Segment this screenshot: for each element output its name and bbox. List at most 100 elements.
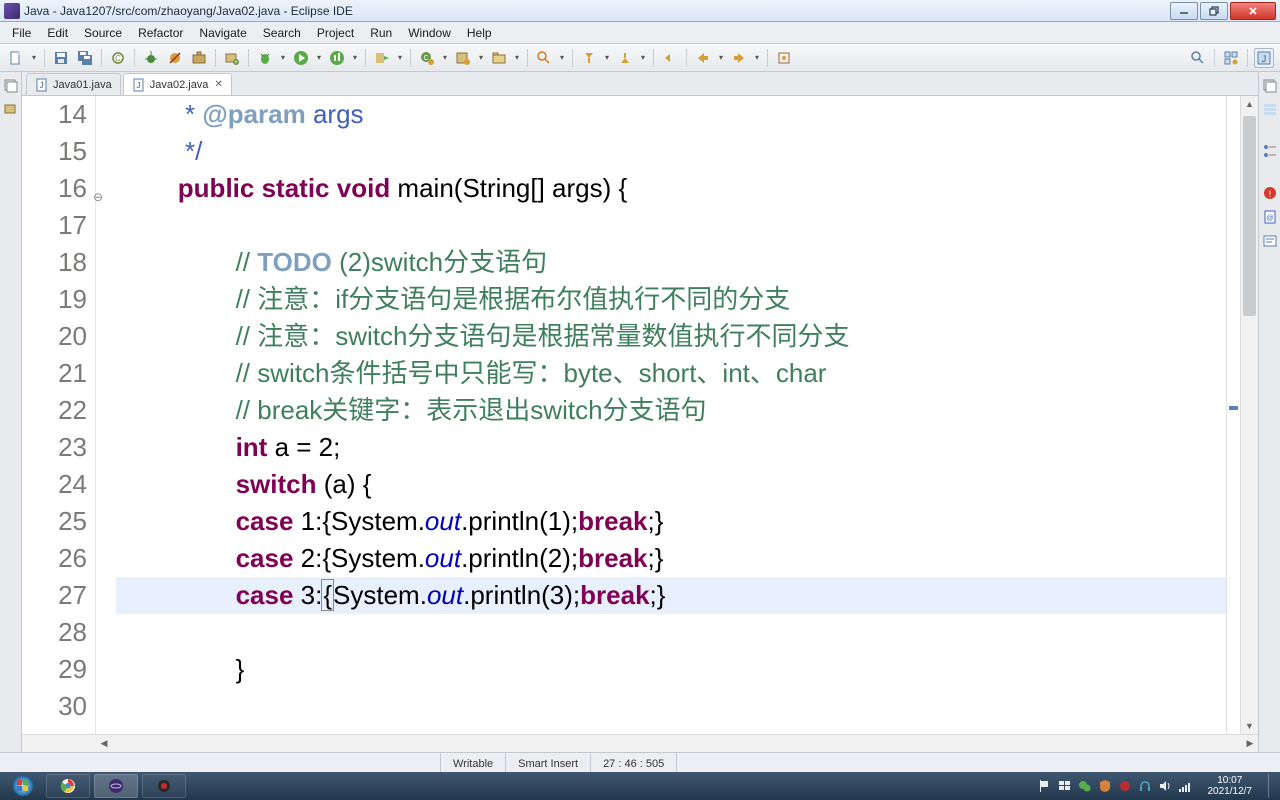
debug-dropdown[interactable]: ▾ [279, 53, 287, 62]
coverage-dropdown[interactable]: ▾ [351, 53, 359, 62]
scroll-down-button[interactable]: ▼ [1241, 718, 1258, 734]
taskbar-clock[interactable]: 10:07 2021/12/7 [1200, 775, 1261, 797]
menu-navigate[interactable]: Navigate [191, 24, 254, 42]
menu-search[interactable]: Search [255, 24, 309, 42]
new-project-button[interactable] [453, 48, 473, 68]
start-button[interactable] [4, 774, 42, 798]
tray-shield-icon[interactable] [1098, 779, 1112, 793]
tray-headset-icon[interactable] [1138, 779, 1152, 793]
forward-dropdown[interactable]: ▾ [753, 53, 761, 62]
forward-button[interactable] [729, 48, 749, 68]
eclipse-app-icon [4, 3, 20, 19]
clock-time: 10:07 [1208, 775, 1253, 786]
close-button[interactable] [1230, 2, 1276, 20]
pin-editor-button[interactable] [774, 48, 794, 68]
menu-run[interactable]: Run [362, 24, 400, 42]
menu-refactor[interactable]: Refactor [130, 24, 191, 42]
editor-tab-0[interactable]: JJava01.java [26, 73, 121, 95]
tab-close-icon[interactable]: ✕ [214, 79, 222, 90]
horizontal-scrollbar[interactable]: ◀ ▶ [22, 734, 1258, 752]
restore-right-view-button[interactable] [1261, 76, 1279, 94]
line-number-gutter: 1415161718192021222324252627282930 [22, 96, 96, 734]
tray-network-icon[interactable] [1178, 779, 1192, 793]
vertical-scrollbar[interactable]: ▲ ▼ [1240, 96, 1258, 734]
run-last-button[interactable] [372, 48, 392, 68]
scroll-thumb[interactable] [1243, 116, 1256, 316]
taskbar-recorder[interactable] [142, 774, 186, 798]
menu-window[interactable]: Window [400, 24, 459, 42]
run-button[interactable] [291, 48, 311, 68]
new-package-button[interactable]: + [222, 48, 242, 68]
skip-breakpoints-button[interactable] [165, 48, 185, 68]
restore-button[interactable] [1200, 2, 1228, 20]
svg-text:@: @ [1266, 215, 1273, 222]
restore-view-button[interactable] [2, 76, 20, 94]
titlebar: Java - Java1207/src/com/zhaoyang/Java02.… [0, 0, 1280, 22]
next-annotation-button[interactable] [579, 48, 599, 68]
tray-volume-icon[interactable] [1158, 779, 1172, 793]
tasks-view-icon[interactable] [1261, 100, 1279, 118]
taskbar-eclipse[interactable] [94, 774, 138, 798]
search-dropdown[interactable]: ▾ [558, 53, 566, 62]
overview-ruler[interactable] [1226, 96, 1240, 734]
prev-edit-button[interactable] [660, 48, 680, 68]
new-folder-button[interactable] [489, 48, 509, 68]
scroll-up-button[interactable]: ▲ [1241, 96, 1258, 112]
prev-annotation-dropdown[interactable]: ▾ [639, 53, 647, 62]
scroll-right-button[interactable]: ▶ [1242, 735, 1258, 752]
show-desktop-button[interactable] [1268, 774, 1276, 798]
debug-toolbar-button[interactable] [141, 48, 161, 68]
back-dropdown[interactable]: ▾ [717, 53, 725, 62]
minimize-button[interactable] [1170, 2, 1198, 20]
taskbar-chrome[interactable] [46, 774, 90, 798]
back-button[interactable] [693, 48, 713, 68]
tray-wechat-icon[interactable] [1078, 779, 1092, 793]
menubar: File Edit Source Refactor Navigate Searc… [0, 22, 1280, 44]
tray-windows-icon[interactable] [1058, 779, 1072, 793]
code-editor[interactable]: 1415161718192021222324252627282930 * @pa… [22, 96, 1258, 734]
search-button[interactable] [534, 48, 554, 68]
save-all-button[interactable] [75, 48, 95, 68]
outline-view-icon[interactable] [1261, 142, 1279, 160]
menu-project[interactable]: Project [309, 24, 362, 42]
windows-taskbar: 10:07 2021/12/7 [0, 772, 1280, 800]
new-class-button[interactable]: C [417, 48, 437, 68]
svg-text:J: J [40, 81, 44, 90]
next-annotation-dropdown[interactable]: ▾ [603, 53, 611, 62]
quick-access-button[interactable] [1188, 48, 1208, 68]
run-last-dropdown[interactable]: ▾ [396, 53, 404, 62]
build-button[interactable] [189, 48, 209, 68]
javadoc-view-icon[interactable]: @ [1261, 208, 1279, 226]
window-title: Java - Java1207/src/com/zhaoyang/Java02.… [24, 4, 1170, 18]
package-explorer-icon[interactable] [2, 100, 20, 118]
open-type-button[interactable]: C [108, 48, 128, 68]
menu-file[interactable]: File [4, 24, 39, 42]
code-text-area[interactable]: * @param args */ public static void main… [116, 96, 1226, 734]
menu-source[interactable]: Source [76, 24, 130, 42]
menu-help[interactable]: Help [459, 24, 500, 42]
menu-edit[interactable]: Edit [39, 24, 76, 42]
system-tray: 10:07 2021/12/7 [1038, 774, 1277, 798]
coverage-button[interactable] [327, 48, 347, 68]
scroll-left-button[interactable]: ◀ [96, 735, 112, 752]
svg-text:J: J [1262, 54, 1267, 64]
problems-view-icon[interactable]: ! [1261, 184, 1279, 202]
debug-button[interactable] [255, 48, 275, 68]
new-dropdown[interactable]: ▾ [30, 53, 38, 62]
new-class-dropdown[interactable]: ▾ [441, 53, 449, 62]
new-folder-dropdown[interactable]: ▾ [513, 53, 521, 62]
svg-text:+: + [234, 60, 238, 66]
tray-flag-icon[interactable] [1038, 779, 1052, 793]
clock-date: 2021/12/7 [1208, 786, 1253, 797]
new-project-dropdown[interactable]: ▾ [477, 53, 485, 62]
editor-tabbar: JJava01.javaJJava02.java✕ [22, 72, 1258, 96]
open-perspective-button[interactable] [1221, 48, 1241, 68]
new-button[interactable] [6, 48, 26, 68]
declaration-view-icon[interactable] [1261, 232, 1279, 250]
prev-annotation-button[interactable] [615, 48, 635, 68]
run-dropdown[interactable]: ▾ [315, 53, 323, 62]
tray-record-icon[interactable] [1118, 779, 1132, 793]
save-button[interactable] [51, 48, 71, 68]
editor-tab-1[interactable]: JJava02.java✕ [123, 73, 232, 95]
java-perspective-button[interactable]: J [1254, 48, 1274, 68]
